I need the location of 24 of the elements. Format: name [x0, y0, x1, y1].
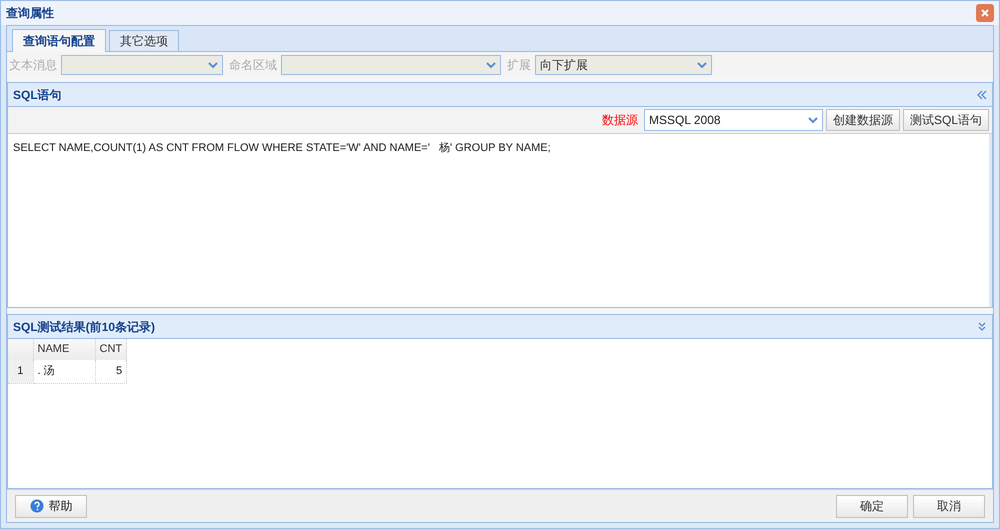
tab[interactable]: 查询语句配置	[12, 29, 106, 52]
table-cell: 5	[95, 360, 127, 383]
panel-title: SQL测试结果(前10条记录)	[13, 318, 156, 336]
help-button[interactable]: 帮助	[15, 494, 87, 518]
window-title: 查询属性	[6, 5, 54, 22]
expand-icon[interactable]	[977, 322, 987, 332]
field-label: 扩展	[507, 57, 531, 74]
column-header[interactable]: CNT	[95, 339, 127, 360]
table-cell: . 汤	[33, 360, 95, 383]
field-label: 命名区域	[229, 57, 277, 74]
row-number: 1	[8, 360, 33, 383]
dialog-button[interactable]: 确定	[836, 494, 908, 518]
dialog-button[interactable]: 取消	[913, 494, 985, 518]
close-button[interactable]	[976, 4, 994, 22]
datasource-dropdown[interactable]: MSSQL 2008	[644, 109, 823, 131]
toolbar-button[interactable]: 测试SQL语句	[902, 109, 989, 131]
panel-title: SQL语句	[13, 86, 62, 104]
field-label: 文本消息	[9, 57, 57, 74]
help-icon	[30, 499, 44, 513]
toolbar-button[interactable]: 创建数据源	[826, 109, 900, 131]
close-icon	[980, 8, 990, 18]
collapse-icon[interactable]	[977, 90, 987, 100]
datasource-label: 数据源	[602, 112, 638, 129]
tab[interactable]: 其它选项	[109, 30, 179, 51]
